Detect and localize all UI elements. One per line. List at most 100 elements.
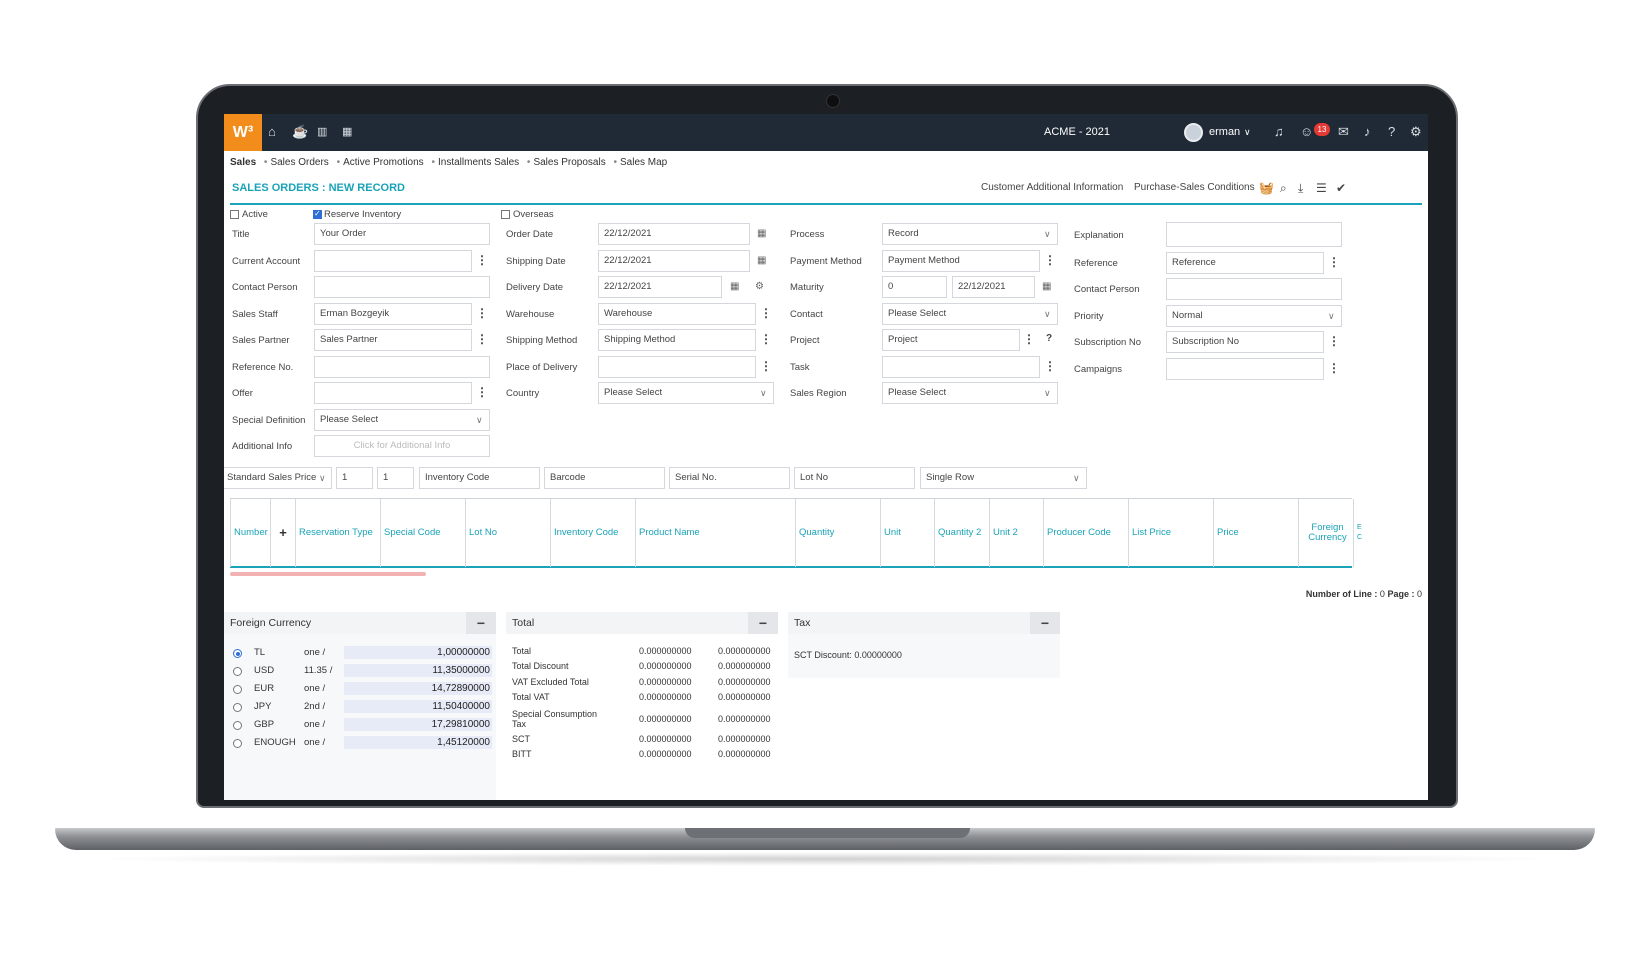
maturity-days-input[interactable]: 0 bbox=[882, 276, 947, 298]
active-checkbox[interactable] bbox=[230, 210, 239, 219]
check-icon[interactable]: ✔ bbox=[1336, 181, 1346, 195]
inventory-code-input[interactable]: Inventory Code bbox=[419, 467, 540, 489]
home-icon[interactable]: ⌂ bbox=[268, 124, 276, 140]
gear-icon[interactable]: ⚙ bbox=[1410, 124, 1422, 140]
col-unit[interactable]: Unit bbox=[880, 499, 934, 567]
chat-icon[interactable]: ✉ bbox=[1338, 124, 1349, 140]
explanation-textarea[interactable] bbox=[1166, 222, 1342, 247]
currency-radio-tl[interactable] bbox=[233, 649, 242, 658]
order-date-input[interactable]: 22/12/2021 bbox=[598, 223, 750, 245]
campaigns-input[interactable] bbox=[1166, 358, 1324, 380]
customer-info-link[interactable]: Customer Additional Information bbox=[981, 182, 1123, 193]
offer-input[interactable] bbox=[314, 382, 472, 404]
currency-radio-jpy[interactable] bbox=[233, 703, 242, 712]
calendar-icon[interactable]: ▦ bbox=[757, 251, 766, 271]
col-price[interactable]: Price bbox=[1213, 499, 1298, 567]
row-mode-select[interactable]: Single Row bbox=[920, 467, 1087, 489]
payment-method-input[interactable]: Payment Method bbox=[882, 250, 1040, 272]
calendar-icon[interactable]: ▦ bbox=[757, 224, 766, 244]
title-input[interactable]: Your Order bbox=[314, 223, 490, 245]
project-input[interactable]: Project bbox=[882, 329, 1020, 351]
avatar[interactable] bbox=[1184, 123, 1203, 142]
current-account-input[interactable] bbox=[314, 250, 472, 272]
task-menu-icon[interactable]: ⋮ bbox=[1043, 356, 1057, 376]
user-menu[interactable]: erman bbox=[1209, 114, 1240, 151]
collapse-tax-icon[interactable]: − bbox=[1030, 612, 1060, 634]
currency-radio-enough[interactable] bbox=[233, 739, 242, 748]
sales-staff-input[interactable]: Erman Bozgeyik bbox=[314, 303, 472, 325]
shipping-method-input[interactable]: Shipping Method bbox=[598, 329, 756, 351]
reserve-inventory-checkbox[interactable] bbox=[313, 209, 322, 219]
quantity-2-input[interactable]: 1 bbox=[377, 467, 414, 489]
currency-rate-input[interactable]: 11,35000000 bbox=[344, 664, 492, 677]
crumb-installments-sales[interactable]: Installments Sales bbox=[438, 157, 519, 168]
crumb-sales-map[interactable]: Sales Map bbox=[620, 157, 667, 168]
currency-rate-input[interactable]: 1,00000000 bbox=[344, 646, 492, 659]
currency-radio-usd[interactable] bbox=[233, 667, 242, 676]
download-icon[interactable]: ⤓ bbox=[1298, 181, 1303, 196]
add-row-button[interactable]: + bbox=[270, 499, 295, 567]
col-unit-2[interactable]: Unit 2 bbox=[989, 499, 1043, 567]
warehouse-menu-icon[interactable]: ⋮ bbox=[759, 303, 773, 323]
crumb-sales-proposals[interactable]: Sales Proposals bbox=[533, 157, 605, 168]
sales-partner-input[interactable]: Sales Partner bbox=[314, 329, 472, 351]
settings-icon[interactable]: ⚙ bbox=[755, 277, 764, 297]
help-icon[interactable]: ? bbox=[1388, 124, 1395, 140]
serial-no-input[interactable]: Serial No. bbox=[669, 467, 790, 489]
coffee-icon[interactable]: ☕ bbox=[292, 124, 308, 140]
app-logo[interactable]: W³ bbox=[224, 114, 262, 151]
col-list-price[interactable]: List Price bbox=[1128, 499, 1213, 567]
contact-person-2-input[interactable] bbox=[1166, 278, 1342, 300]
col-reservation-type[interactable]: Reservation Type bbox=[295, 499, 380, 567]
chart-icon[interactable]: ▥ bbox=[317, 124, 327, 140]
currency-radio-gbp[interactable] bbox=[233, 721, 242, 730]
sales-region-select[interactable]: Please Select bbox=[882, 382, 1058, 404]
maturity-date-input[interactable]: 22/12/2021 bbox=[952, 276, 1035, 298]
conditions-link[interactable]: Purchase-Sales Conditions bbox=[1134, 182, 1255, 193]
col-quantity[interactable]: Quantity bbox=[795, 499, 880, 567]
current-account-menu-icon[interactable]: ⋮ bbox=[475, 250, 489, 270]
col-product-name[interactable]: Product Name bbox=[635, 499, 795, 567]
barcode-input[interactable]: Barcode bbox=[544, 467, 665, 489]
reference-input[interactable]: Reference bbox=[1166, 252, 1324, 274]
col-number[interactable]: Number bbox=[230, 499, 270, 567]
help-icon[interactable]: ? bbox=[1042, 329, 1056, 349]
contact-select[interactable]: Please Select bbox=[882, 303, 1058, 325]
crumb-sales-orders[interactable]: Sales Orders bbox=[270, 157, 328, 168]
col-truncated[interactable]: E C bbox=[1353, 499, 1363, 567]
price-type-select[interactable]: Standard Sales Price bbox=[224, 467, 332, 489]
chevron-down-icon[interactable]: ∨ bbox=[1244, 114, 1251, 151]
collapse-total-icon[interactable]: − bbox=[748, 612, 778, 634]
crumb-sales[interactable]: Sales bbox=[230, 157, 256, 168]
currency-radio-eur[interactable] bbox=[233, 685, 242, 694]
payment-method-menu-icon[interactable]: ⋮ bbox=[1043, 250, 1057, 270]
calendar-icon[interactable]: ▦ bbox=[730, 277, 739, 297]
subscription-no-menu-icon[interactable]: ⋮ bbox=[1327, 331, 1341, 351]
currency-rate-input[interactable]: 1,45120000 bbox=[344, 736, 492, 749]
currency-rate-input[interactable]: 17,29810000 bbox=[344, 718, 492, 731]
delivery-date-input[interactable]: 22/12/2021 bbox=[598, 276, 722, 298]
list-icon[interactable]: ☰ bbox=[1316, 181, 1327, 195]
basket-icon[interactable]: 🧺 bbox=[1259, 181, 1274, 195]
calendar-icon[interactable]: ▦ bbox=[1042, 277, 1051, 297]
reference-menu-icon[interactable]: ⋮ bbox=[1327, 252, 1341, 272]
task-input[interactable] bbox=[882, 356, 1040, 378]
currency-rate-input[interactable]: 11,50400000 bbox=[344, 700, 492, 713]
overseas-checkbox[interactable] bbox=[501, 210, 510, 219]
bell-icon[interactable]: ♪ bbox=[1364, 124, 1371, 140]
warehouse-input[interactable]: Warehouse bbox=[598, 303, 756, 325]
sales-staff-menu-icon[interactable]: ⋮ bbox=[475, 303, 489, 323]
reference-no-input[interactable] bbox=[314, 356, 490, 378]
col-producer-code[interactable]: Producer Code bbox=[1043, 499, 1128, 567]
crumb-active-promotions[interactable]: Active Promotions bbox=[343, 157, 424, 168]
contact-person-input[interactable] bbox=[314, 276, 490, 298]
quantity-1-input[interactable]: 1 bbox=[336, 467, 373, 489]
project-menu-icon[interactable]: ⋮ bbox=[1022, 329, 1036, 349]
shipping-method-menu-icon[interactable]: ⋮ bbox=[759, 329, 773, 349]
sales-partner-menu-icon[interactable]: ⋮ bbox=[475, 329, 489, 349]
campaigns-menu-icon[interactable]: ⋮ bbox=[1327, 358, 1341, 378]
emoji-icon[interactable]: ☺ bbox=[1300, 124, 1313, 140]
currency-rate-input[interactable]: 14,72890000 bbox=[344, 682, 492, 695]
process-select[interactable]: Record bbox=[882, 223, 1058, 245]
offer-menu-icon[interactable]: ⋮ bbox=[475, 382, 489, 402]
